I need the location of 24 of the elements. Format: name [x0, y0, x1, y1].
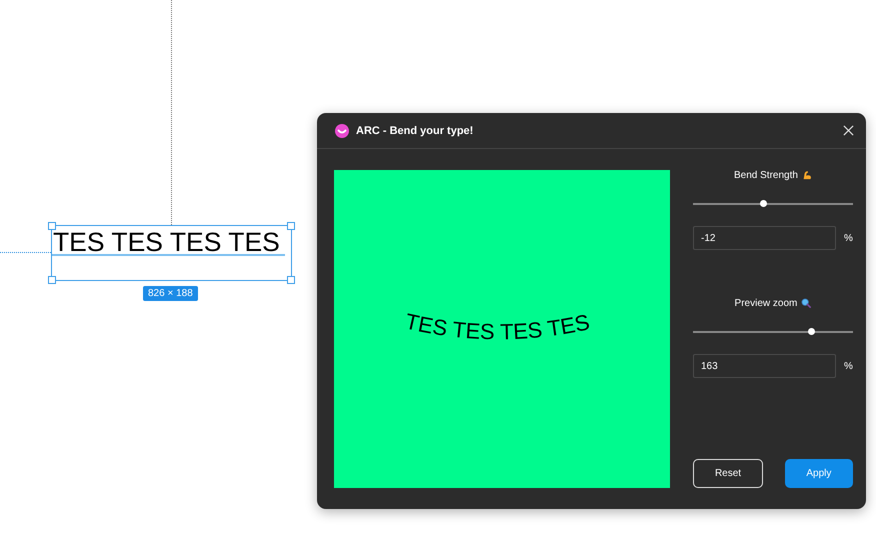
selection-box[interactable]: TES TES TES TES: [51, 225, 292, 281]
close-icon[interactable]: [843, 125, 854, 136]
unit-label: %: [844, 232, 853, 244]
flexed-arm-icon: [802, 170, 812, 180]
value-field[interactable]: -12: [693, 226, 836, 250]
control-label: Bend Strength: [734, 170, 798, 180]
resize-handle[interactable]: [287, 276, 295, 284]
slider-thumb[interactable]: [808, 328, 815, 335]
guide-line: [0, 252, 51, 253]
text-layer[interactable]: TES TES TES TES: [53, 226, 280, 258]
magnifier-icon: [801, 298, 812, 308]
resize-handle[interactable]: [48, 222, 56, 230]
resize-handle[interactable]: [48, 276, 56, 284]
bent-text: TES TES TES TES: [402, 308, 592, 344]
slider-thumb[interactable]: [760, 200, 767, 207]
unit-label: %: [844, 360, 853, 372]
apply-button[interactable]: Apply: [784, 459, 853, 488]
dimensions-badge: 826 × 188: [143, 286, 198, 301]
smile-logo-icon: [335, 124, 349, 138]
reset-button[interactable]: Reset: [693, 459, 763, 488]
control-label: Preview zoom: [734, 298, 798, 308]
value-field[interactable]: 163: [693, 354, 836, 378]
window-title: ARC - Bend your type!: [356, 124, 474, 136]
resize-handle[interactable]: [287, 222, 295, 230]
